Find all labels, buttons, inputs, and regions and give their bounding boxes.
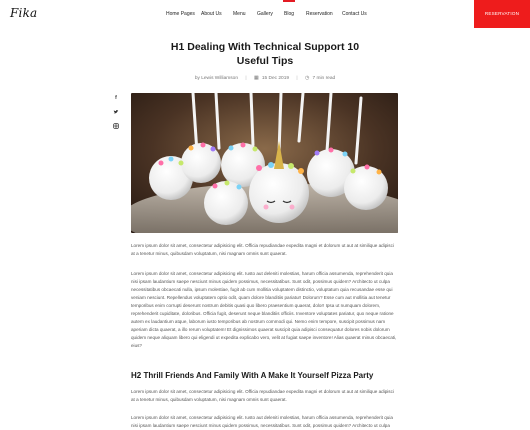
nav-item-reservation[interactable]: Reservation [306, 11, 333, 17]
post-paragraph-3: Lorem ipsum dolor sit amet, consectetur … [131, 389, 394, 402]
post-paragraph-4: Lorem ipsum dolor sit amet, consectetur … [131, 415, 393, 428]
post-date-wrap: ▦ 15 Dec 2019 [254, 76, 289, 81]
clock-icon: ◷ [304, 76, 310, 81]
nav-active-indicator [283, 0, 295, 2]
nav-item-blog[interactable]: Blog [284, 11, 294, 17]
nav-item-about-us[interactable]: About Us [201, 11, 222, 17]
read-time-wrap: ◷ 7 min read [305, 76, 335, 81]
post-paragraph-2: Lorem ipsum dolor sit amet, consectetur … [131, 271, 397, 348]
meta-divider: | [245, 76, 247, 81]
twitter-icon[interactable] [112, 108, 120, 116]
post-paragraph-1: Lorem ipsum dolor sit amet, consectetur … [131, 243, 394, 256]
facebook-icon[interactable]: f [112, 94, 120, 102]
post-subheading: H2 Thrill Friends And Family With A Make… [131, 371, 374, 380]
nav-item-menu[interactable]: Menu [233, 11, 246, 17]
calendar-icon: ▦ [253, 76, 259, 81]
site-header: Fika Home Pages About Us Menu Gallery Bl… [0, 0, 530, 28]
post-read-time: 7 min read [312, 76, 336, 81]
post-author[interactable]: by Lewis Williamson [195, 76, 238, 81]
post-title: H1 Dealing With Technical Support 10 Use… [170, 41, 360, 67]
nav-item-home-pages[interactable]: Home Pages [166, 11, 195, 17]
instagram-icon[interactable] [112, 122, 120, 130]
meta-divider: | [296, 76, 298, 81]
post-hero-image [131, 93, 398, 233]
post-meta: by Lewis Williamson | ▦ 15 Dec 2019 | ◷ … [0, 76, 530, 81]
reservation-button[interactable]: RESERVATION [474, 0, 530, 28]
post-date: 15 Dec 2019 [261, 76, 290, 81]
nav-item-gallery[interactable]: Gallery [257, 11, 273, 17]
main-nav: Home Pages About Us Menu Gallery Blog Re… [0, 0, 474, 28]
nav-item-contact-us[interactable]: Contact Us [342, 11, 367, 17]
